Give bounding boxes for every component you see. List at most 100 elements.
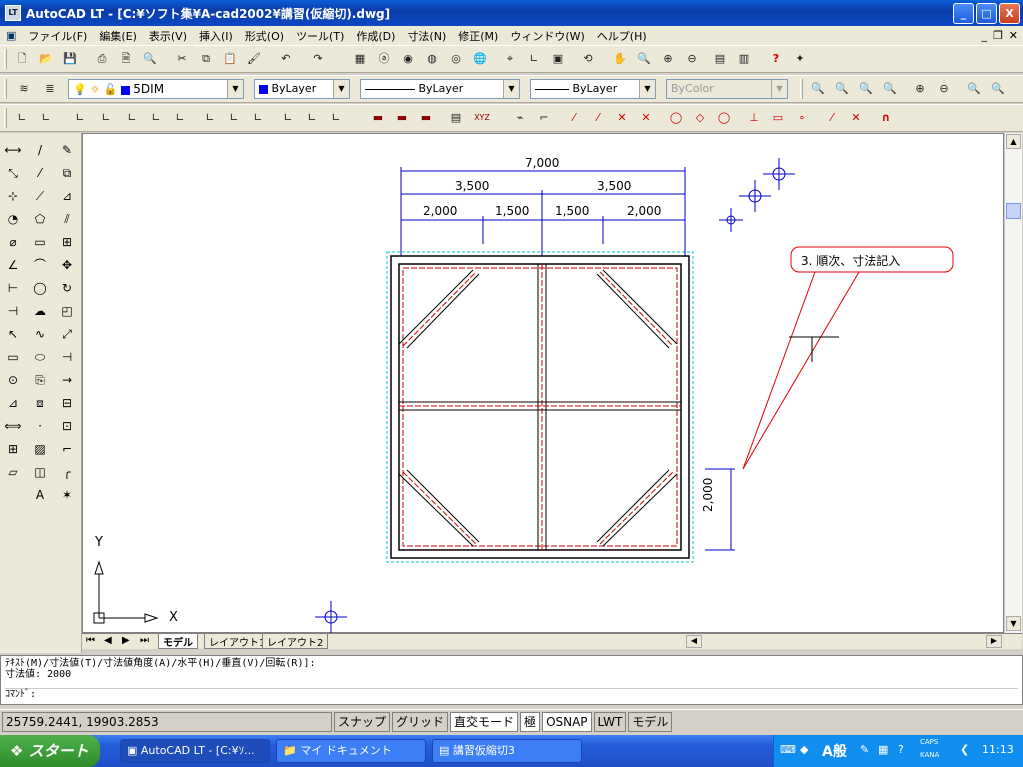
snap-mid-icon[interactable]: ⁄ — [588, 108, 608, 128]
dim-text-edit-icon[interactable]: ⟺ — [2, 415, 24, 437]
color-dropdown[interactable]: ByLayer ▼ — [254, 79, 350, 99]
revcloud-icon[interactable]: ☁ — [29, 300, 51, 322]
ime-mode[interactable]: A般 — [822, 741, 847, 761]
center-mark-icon[interactable]: ⊙ — [2, 369, 24, 391]
ucs-3point-icon[interactable]: ∟ — [224, 108, 244, 128]
dim-linear-icon[interactable]: ▬ — [368, 108, 388, 128]
hyperlink-icon[interactable]: ⓐ — [374, 49, 394, 69]
spline-icon[interactable]: ∿ — [29, 323, 51, 345]
toolbar-grip[interactable] — [4, 79, 7, 99]
chevron-down-icon[interactable]: ▼ — [639, 80, 655, 98]
properties-icon[interactable]: ▣ — [548, 49, 568, 69]
dim-radius-icon[interactable]: ◔ — [2, 208, 24, 230]
tool-icon[interactable]: ✎ — [860, 743, 869, 756]
zoom-center-icon[interactable]: 🔍 — [880, 79, 900, 99]
tab-first-icon[interactable]: ⏮ — [86, 635, 95, 646]
snap-center-icon[interactable]: ◯ — [666, 108, 686, 128]
coordinate-display[interactable]: 25759.2441, 19903.2853 — [2, 711, 332, 732]
doc-icon[interactable]: ▣ — [0, 29, 22, 42]
ucs-zaxis-icon[interactable]: ∟ — [200, 108, 220, 128]
zoom-previous-icon[interactable]: ⊖ — [682, 49, 702, 69]
ellipse-icon[interactable]: ⬭ — [29, 346, 51, 368]
lineweight-dropdown[interactable]: ByLayer ▼ — [530, 79, 656, 99]
save-icon[interactable]: 💾 — [60, 49, 80, 69]
mirror-icon[interactable]: ⊿ — [56, 185, 78, 207]
break-icon[interactable]: ⊟ — [56, 392, 78, 414]
print-icon[interactable]: ⎙ — [92, 49, 112, 69]
dim-style-icon[interactable]: ▤ — [446, 108, 466, 128]
redo-icon[interactable]: ↷ — [308, 49, 328, 69]
snap-end-icon[interactable]: ⁄ — [564, 108, 584, 128]
chamfer-icon[interactable]: ⌐ — [56, 438, 78, 460]
snap-apparent-icon[interactable]: ✕ — [636, 108, 656, 128]
open-icon[interactable]: 📂 — [36, 49, 56, 69]
zoom-scale-icon[interactable]: 🔍 — [856, 79, 876, 99]
move-icon[interactable]: ✥ — [56, 254, 78, 276]
snap-node-icon[interactable]: ∘ — [792, 108, 812, 128]
keyboard-icon[interactable]: ⌨ — [780, 743, 796, 756]
ucs-x-icon[interactable]: ∟ — [248, 108, 268, 128]
osnap-toggle[interactable]: OSNAP — [542, 711, 592, 732]
layer-dropdown[interactable]: 💡 ☼ 🔓 5DIM ▼ — [68, 79, 244, 99]
find-icon[interactable]: 🔍 — [140, 49, 160, 69]
toolbar-grip[interactable] — [4, 108, 7, 128]
tab-last-icon[interactable]: ⏭ — [140, 635, 149, 646]
ucs-prev-icon[interactable]: ∟ — [36, 108, 56, 128]
scroll-up-icon[interactable]: ▲ — [1006, 134, 1021, 149]
dim-continue-icon[interactable]: ⊣ — [2, 300, 24, 322]
menu-edit[interactable]: 編集(E) — [93, 28, 143, 44]
paste-icon[interactable]: 📋 — [220, 49, 240, 69]
dim-aligned-icon[interactable]: ⤡ — [2, 162, 24, 184]
region-icon[interactable]: ◫ — [29, 461, 51, 483]
make-block-icon[interactable]: ⧈ — [29, 392, 51, 414]
snap-endpoint-icon[interactable]: ⌁ — [510, 108, 530, 128]
snap-tracking-icon[interactable]: ⌐ — [534, 108, 554, 128]
help-icon[interactable]: ? — [766, 49, 786, 69]
ortho-toggle[interactable]: 直交モード — [450, 711, 519, 732]
polyline-icon[interactable]: ⟋ — [29, 185, 51, 207]
insert-block-icon[interactable]: ⎘ — [29, 369, 51, 391]
ucs-icon[interactable]: ∟ — [524, 49, 544, 69]
ime-help-icon[interactable]: ? — [898, 743, 904, 756]
start-button[interactable]: ❖ スタート — [0, 735, 100, 767]
copy-icon[interactable]: ⧉ — [196, 49, 216, 69]
tray-expand-icon[interactable]: ❮ — [960, 743, 969, 756]
rotate-icon[interactable]: ↻ — [56, 277, 78, 299]
dim-edit-icon[interactable]: ⊿ — [2, 392, 24, 414]
doc-minimize-icon[interactable]: _ — [982, 29, 988, 42]
tab-prev-icon[interactable]: ◀ — [104, 635, 112, 646]
menu-view[interactable]: 表示(V) — [143, 28, 193, 44]
hatch-icon[interactable]: ▨ — [29, 438, 51, 460]
command-window[interactable]: ﾃｷｽﾄ(M)/寸法値(T)/寸法値角度(A)/水平(H)/垂直(V)/回転(R… — [0, 655, 1023, 705]
zoom-extents-icon[interactable]: 🔍 — [988, 79, 1008, 99]
snap-quadrant-icon[interactable]: ◇ — [690, 108, 710, 128]
scale-icon[interactable]: ◰ — [56, 300, 78, 322]
tolerance-icon[interactable]: ▭ — [2, 346, 24, 368]
new-icon[interactable]: 🗋 — [12, 49, 32, 69]
snap-tangent-icon[interactable]: ◯ — [714, 108, 734, 128]
rectangle-icon[interactable]: ▭ — [29, 231, 51, 253]
ucs-object-icon[interactable]: ∟ — [96, 108, 116, 128]
tab-next-icon[interactable]: ▶ — [122, 635, 130, 646]
dim-baseline-icon[interactable]: ⊢ — [2, 277, 24, 299]
ucs-face-icon[interactable]: ∟ — [122, 108, 142, 128]
snap-settings-icon[interactable]: ∩ — [876, 108, 896, 128]
ucs-world-icon[interactable]: ∟ — [70, 108, 90, 128]
polar-toggle[interactable]: 極 — [520, 711, 541, 732]
layer-tool-icon[interactable]: ▥ — [734, 49, 754, 69]
snap-intersection-icon[interactable]: ✕ — [612, 108, 632, 128]
chevron-down-icon[interactable]: ▼ — [227, 80, 243, 98]
menu-window[interactable]: ウィンドウ(W) — [504, 28, 590, 44]
model-toggle[interactable]: モデル — [628, 711, 673, 732]
snap-nearest-icon[interactable]: ⁄ — [822, 108, 842, 128]
publish-icon[interactable]: ◎ — [446, 49, 466, 69]
snap-insert-icon[interactable]: ▭ — [768, 108, 788, 128]
dim-linear-icon[interactable]: ⟷ — [2, 139, 24, 161]
offset-icon[interactable]: ⫽ — [56, 208, 78, 230]
mtext-icon[interactable]: A — [29, 484, 51, 506]
ucs-z-icon[interactable]: ∟ — [302, 108, 322, 128]
ime-icon[interactable]: ◆ — [800, 743, 808, 756]
trim-icon[interactable]: ⊣ — [56, 346, 78, 368]
chevron-down-icon[interactable]: ▼ — [503, 80, 519, 98]
zoom-window-icon[interactable]: 🔍 — [808, 79, 828, 99]
